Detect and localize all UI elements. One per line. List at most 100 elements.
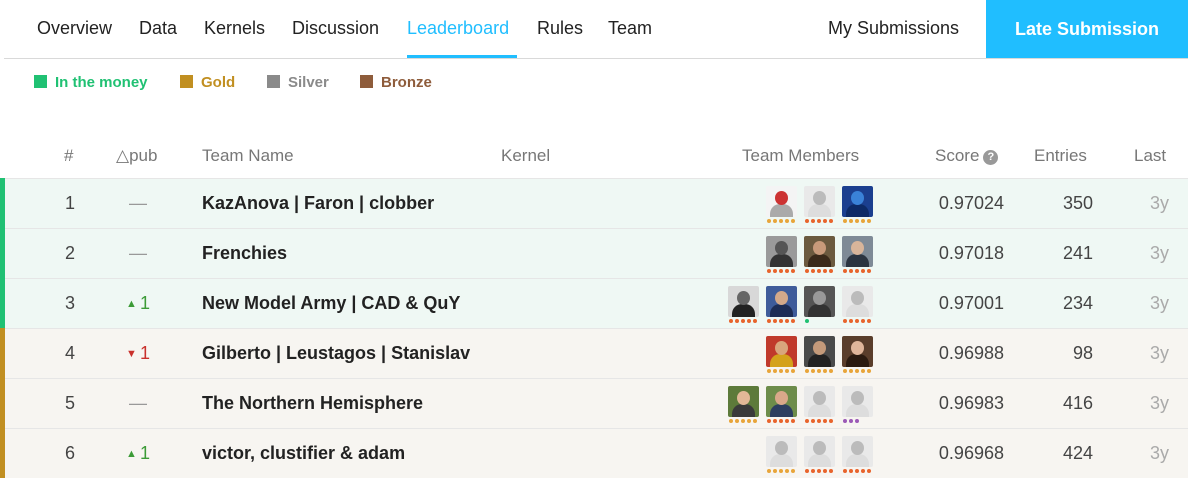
score-cell: 0.96983	[938, 393, 1004, 413]
last-submission-cell: 3y	[1149, 443, 1169, 463]
medal-band-marker	[0, 178, 5, 228]
goose-avatar[interactable]	[804, 186, 835, 217]
medal-band-marker	[0, 328, 5, 378]
tab-kernels[interactable]: Kernels	[204, 0, 265, 58]
header-delta-pub[interactable]: △pub	[116, 146, 157, 166]
goose-avatar[interactable]	[842, 286, 873, 317]
person-avatar[interactable]	[766, 336, 797, 367]
legend-label: Silver	[288, 74, 329, 91]
person-avatar[interactable]	[842, 236, 873, 267]
team-members	[704, 179, 874, 228]
help-icon[interactable]: ?	[983, 150, 999, 165]
tab-leaderboard[interactable]: Leaderboard	[407, 0, 517, 58]
tab-leaderboard-label: Leaderboard	[407, 18, 510, 38]
avatar-body	[808, 204, 831, 217]
header-team-name[interactable]: Team Name	[202, 146, 294, 166]
team-name-link[interactable]: The Northern Hemisphere	[202, 379, 423, 428]
bronze-square-icon	[360, 75, 373, 88]
header-team-members[interactable]: Team Members	[742, 146, 859, 166]
avatar-head	[775, 341, 788, 355]
avatar-head	[775, 191, 788, 205]
tier-dots-icon	[729, 419, 757, 423]
goose-avatar[interactable]	[804, 436, 835, 467]
avatar-body	[732, 304, 755, 317]
avatar-head	[851, 341, 864, 355]
sketch-avatar[interactable]	[766, 186, 797, 217]
delta-cell: —	[104, 179, 172, 228]
delta-cell: —	[104, 229, 172, 278]
team-members	[704, 329, 874, 378]
goose-avatar[interactable]	[804, 386, 835, 417]
table-row[interactable]: 3 ▲ 1 New Model Army | CAD & QuY 0.97001 234 3…	[0, 278, 1188, 328]
tier-dots-icon	[843, 419, 859, 423]
delta-value: 1	[139, 343, 150, 363]
tab-overview[interactable]: Overview	[37, 0, 112, 58]
header-entries[interactable]: Entries	[1034, 146, 1087, 166]
tier-dots-icon	[843, 469, 871, 473]
my-submissions-link[interactable]: My Submissions	[828, 0, 959, 58]
avatar-head	[775, 241, 788, 255]
person-avatar[interactable]	[804, 286, 835, 317]
avatar-body	[846, 304, 869, 317]
delta-cell: ▲ 1	[104, 429, 172, 478]
person-avatar[interactable]	[842, 336, 873, 367]
table-row[interactable]: 5 — The Northern Hemisphere 0.96983 416 3y	[0, 378, 1188, 428]
tier-dots-icon	[767, 419, 795, 423]
rank-up-icon: ▲	[126, 298, 137, 310]
table-row[interactable]: 2 — Frenchies 0.97018 241 3y	[0, 228, 1188, 278]
last-submission-cell: 3y	[1149, 393, 1169, 413]
entries-cell: 424	[1062, 443, 1093, 463]
avatar-body	[770, 404, 793, 417]
late-submission-button[interactable]: Late Submission	[986, 0, 1188, 58]
tier-dots-icon	[843, 319, 871, 323]
legend-label: In the money	[55, 74, 148, 91]
last-submission-cell: 3y	[1149, 243, 1169, 263]
table-row[interactable]: 1 — KazAnova | Faron | clobber 0.97024 350 3y	[0, 178, 1188, 228]
header-rank[interactable]: #	[64, 146, 73, 166]
tier-dots-icon	[843, 369, 871, 373]
team-name-link[interactable]: KazAnova | Faron | clobber	[202, 179, 434, 228]
table-row[interactable]: 4 ▼ 1 Gilberto | Leustagos | Stanislav 0.969…	[0, 328, 1188, 378]
delta-cell: ▼ 1	[104, 329, 172, 378]
tier-dots-icon	[805, 369, 833, 373]
delta-cell: ▲ 1	[104, 279, 172, 328]
entries-cell: 416	[1062, 393, 1093, 413]
rank-cell: 6	[64, 443, 75, 463]
matrix-avatar[interactable]	[842, 186, 873, 217]
person-avatar[interactable]	[804, 336, 835, 367]
team-name-link[interactable]: victor, clustifier & adam	[202, 429, 405, 478]
person-avatar[interactable]	[728, 286, 759, 317]
score-cell: 0.97001	[938, 293, 1004, 313]
delta-value: —	[129, 243, 147, 263]
team-name-link[interactable]: Gilberto | Leustagos | Stanislav	[202, 329, 470, 378]
person-avatar[interactable]	[804, 236, 835, 267]
header-score[interactable]: Score?	[935, 146, 999, 166]
rank-cell: 4	[64, 343, 75, 363]
rank-cell: 5	[64, 393, 75, 413]
table-row[interactable]: 6 ▲ 1 victor, clustifier & adam 0.96968 424 3y	[0, 428, 1188, 478]
header-kernel[interactable]: Kernel	[501, 146, 550, 166]
score-cell: 0.97024	[938, 193, 1004, 213]
team-name-link[interactable]: Frenchies	[202, 229, 287, 278]
goose-avatar[interactable]	[766, 436, 797, 467]
tab-team[interactable]: Team	[608, 0, 652, 58]
header-last[interactable]: Last	[1134, 146, 1166, 166]
avatar-head	[813, 191, 826, 205]
avatar-head	[813, 291, 826, 305]
person-avatar[interactable]	[728, 386, 759, 417]
medal-band-marker	[0, 378, 5, 428]
team-name-link[interactable]: New Model Army | CAD & QuY	[202, 279, 460, 328]
goose-avatar[interactable]	[842, 436, 873, 467]
person-avatar[interactable]	[766, 286, 797, 317]
entries-cell: 234	[1062, 293, 1093, 313]
avatar-head	[851, 291, 864, 305]
person-avatar[interactable]	[766, 386, 797, 417]
tab-data[interactable]: Data	[139, 0, 177, 58]
tier-dots-icon	[843, 219, 871, 223]
legend-silver: Silver	[267, 72, 329, 94]
tab-discussion[interactable]: Discussion	[292, 0, 379, 58]
goose-avatar[interactable]	[842, 386, 873, 417]
person-avatar[interactable]	[766, 236, 797, 267]
avatar-body	[770, 454, 793, 467]
tab-rules[interactable]: Rules	[537, 0, 583, 58]
